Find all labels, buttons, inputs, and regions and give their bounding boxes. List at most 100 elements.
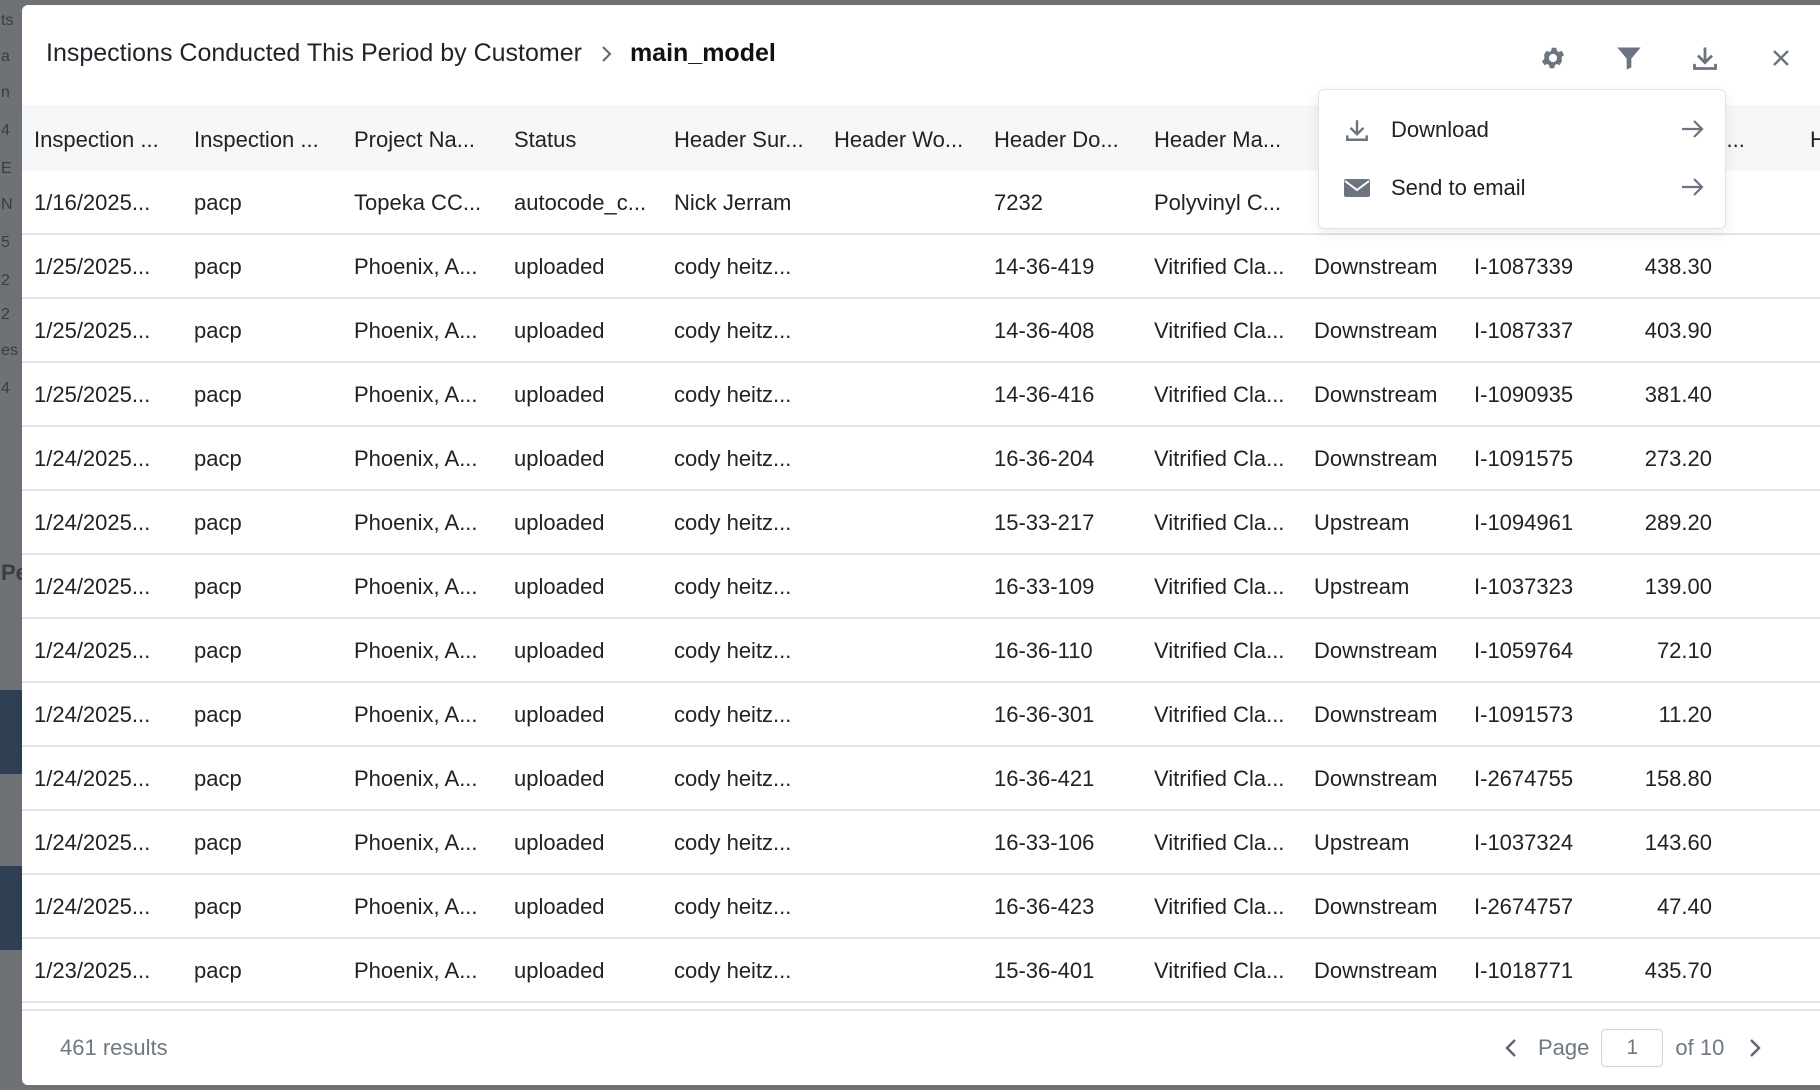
table-cell: 7232 — [994, 190, 1043, 215]
table-cell: 435.70 — [1644, 958, 1712, 983]
table-cell: Downstream — [1314, 254, 1438, 279]
table-cell: 143.60 — [1644, 830, 1712, 855]
chevron-left-icon[interactable] — [1496, 1033, 1526, 1063]
table-cell: pacp — [194, 446, 242, 471]
table-cell: 14-36-416 — [994, 382, 1095, 407]
column-header[interactable]: Project Na... — [354, 127, 504, 153]
background-text: n — [1, 84, 10, 101]
arrow-right-icon — [1679, 117, 1707, 141]
table-cell: Topeka CC... — [354, 190, 482, 215]
page-label: Page — [1538, 1035, 1590, 1060]
table-modal: Inspections Conducted This Period by Cus… — [22, 5, 1820, 1085]
filter-icon[interactable] — [1612, 41, 1646, 75]
table-cell: uploaded — [514, 830, 605, 855]
table-row[interactable]: 1/24/2025... pacp Phoenix, A... uploaded cod… — [22, 619, 1820, 683]
table-cell: Phoenix, A... — [354, 958, 478, 983]
table-cell: 1/24/2025... — [34, 766, 151, 791]
table-cell: pacp — [194, 190, 242, 215]
table-cell: cody heitz... — [674, 318, 792, 343]
table-cell: 438.30 — [1644, 254, 1712, 279]
download-icon[interactable] — [1688, 41, 1722, 75]
table-row[interactable]: 1/24/2025... pacp Phoenix, A... uploaded cod… — [22, 427, 1820, 491]
table-row[interactable]: 1/23/2025... pacp Phoenix, A... uploaded cod… — [22, 939, 1820, 1003]
table-cell: 1/24/2025... — [34, 830, 151, 855]
send-to-email-label: Send to email — [1391, 175, 1526, 200]
table-cell: Phoenix, A... — [354, 702, 478, 727]
close-icon[interactable] — [1764, 41, 1798, 75]
table-row[interactable]: 1/25/2025... pacp Phoenix, A... uploaded cod… — [22, 363, 1820, 427]
table-cell: 16-36-301 — [994, 702, 1095, 727]
table-cell: pacp — [194, 894, 242, 919]
table-row[interactable]: 1/25/2025... pacp Phoenix, A... uploaded cod… — [22, 235, 1820, 299]
table-cell: 15-36-401 — [994, 958, 1095, 983]
table-cell: 1/23/2025... — [34, 958, 151, 983]
table-cell: 381.40 — [1644, 382, 1712, 407]
download-menu-item[interactable]: Download — [1319, 100, 1725, 158]
table-cell: Phoenix, A... — [354, 318, 478, 343]
gear-icon[interactable] — [1536, 41, 1570, 75]
column-header[interactable]: H — [1810, 127, 1820, 153]
table-row[interactable]: 1/24/2025... pacp Phoenix, A... uploaded cod… — [22, 875, 1820, 939]
table-cell: cody heitz... — [674, 766, 792, 791]
column-header[interactable]: Inspection ... — [34, 127, 184, 153]
table-cell: Upstream — [1314, 574, 1410, 599]
background-text: 4 — [1, 380, 10, 397]
table-cell: 14-36-419 — [994, 254, 1095, 279]
table-cell: uploaded — [514, 894, 605, 919]
breadcrumb-parent[interactable]: Inspections Conducted This Period by Cus… — [46, 39, 582, 68]
send-to-email-menu-item[interactable]: Send to email — [1319, 158, 1725, 216]
table-cell: Nick Jerram — [674, 190, 792, 215]
table-cell: pacp — [194, 638, 242, 663]
column-header[interactable]: Header Ma... — [1154, 127, 1304, 153]
table-row[interactable]: 1/24/2025... pacp Phoenix, A... uploaded cod… — [22, 683, 1820, 747]
table-cell: 1/25/2025... — [34, 382, 151, 407]
table-cell: 16-33-109 — [994, 574, 1095, 599]
table-cell: Vitrified Cla... — [1154, 318, 1285, 343]
table-cell: cody heitz... — [674, 638, 792, 663]
table-cell: 1/24/2025... — [34, 638, 151, 663]
table-cell: Vitrified Cla... — [1154, 254, 1285, 279]
table-cell: cody heitz... — [674, 894, 792, 919]
column-header[interactable]: Header Do... — [994, 127, 1144, 153]
table-cell: uploaded — [514, 382, 605, 407]
table-cell: uploaded — [514, 702, 605, 727]
chevron-right-icon[interactable] — [1740, 1033, 1770, 1063]
column-header[interactable]: Header Wo... — [834, 127, 984, 153]
column-header[interactable]: Header Sur... — [674, 127, 824, 153]
page-number-input[interactable] — [1601, 1029, 1664, 1067]
table-row[interactable]: 1/24/2025... pacp Phoenix, A... uploaded cod… — [22, 555, 1820, 619]
table-cell: Phoenix, A... — [354, 830, 478, 855]
table-row[interactable]: 1/24/2025... pacp Phoenix, A... uploaded cod… — [22, 747, 1820, 811]
table-cell: 158.80 — [1644, 766, 1712, 791]
download-icon — [1343, 116, 1371, 144]
column-header[interactable]: Inspection ... — [194, 127, 344, 153]
table-cell: 1/24/2025... — [34, 574, 151, 599]
table-cell: 16-36-421 — [994, 766, 1095, 791]
table-cell: uploaded — [514, 446, 605, 471]
table-row[interactable]: 1/24/2025... pacp Phoenix, A... uploaded cod… — [22, 491, 1820, 555]
table-cell: cody heitz... — [674, 382, 792, 407]
table-cell: uploaded — [514, 510, 605, 535]
table-cell: Phoenix, A... — [354, 382, 478, 407]
table-cell: 289.20 — [1644, 510, 1712, 535]
table-cell: pacp — [194, 318, 242, 343]
table-cell: pacp — [194, 574, 242, 599]
table-cell: Phoenix, A... — [354, 574, 478, 599]
table-cell: Downstream — [1314, 766, 1438, 791]
table-cell: 1/25/2025... — [34, 318, 151, 343]
table-row[interactable]: 1/24/2025... pacp Phoenix, A... uploaded cod… — [22, 811, 1820, 875]
column-header[interactable]: Status — [514, 127, 664, 153]
table-cell: Phoenix, A... — [354, 894, 478, 919]
table-cell: 1/24/2025... — [34, 894, 151, 919]
table-cell: 72.10 — [1656, 638, 1712, 663]
background-text: E — [1, 160, 12, 177]
table-cell: Downstream — [1314, 958, 1438, 983]
download-menu: Download Send to email — [1318, 89, 1726, 229]
table-cell: Phoenix, A... — [354, 446, 478, 471]
background-panel — [0, 690, 24, 774]
background-text: 2 — [1, 306, 10, 323]
table-cell: pacp — [194, 382, 242, 407]
table-cell: pacp — [194, 830, 242, 855]
table-row[interactable]: 1/25/2025... pacp Phoenix, A... uploaded cod… — [22, 299, 1820, 363]
table-cell: 139.00 — [1644, 574, 1712, 599]
